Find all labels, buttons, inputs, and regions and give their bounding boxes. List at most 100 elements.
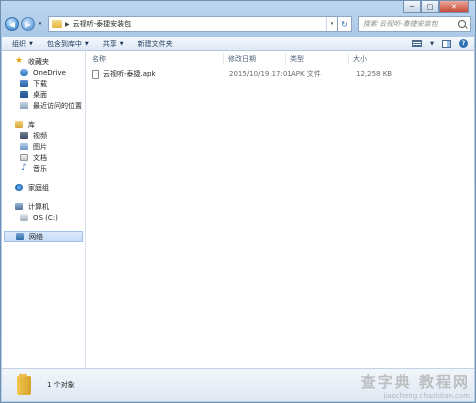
sidebar-label: 视频 bbox=[33, 131, 47, 140]
chevron-down-icon: ▼ bbox=[119, 40, 124, 47]
watermark-url: jiaocheng.chazidian.com bbox=[383, 392, 470, 400]
file-list[interactable]: 名称 修改日期 类型 大小 云视听-泰捷.apk 2015/10/19 17:0… bbox=[86, 51, 474, 369]
homegroup-icon bbox=[15, 184, 23, 191]
watermark: 查字典 教程网 jiaocheng.chazidian.com bbox=[361, 371, 470, 400]
sidebar-label: 下载 bbox=[33, 79, 47, 88]
sidebar-item-downloads[interactable]: 下载 bbox=[2, 78, 85, 89]
cloud-icon bbox=[20, 69, 28, 76]
search-placeholder: 搜索 云视听-泰捷安装包 bbox=[363, 20, 438, 28]
include-in-library-label: 包含到库中 bbox=[46, 39, 82, 48]
folder-icon bbox=[52, 20, 62, 28]
close-button[interactable]: ✕ bbox=[439, 1, 469, 13]
item-count: 1 个对象 bbox=[47, 381, 75, 389]
column-header-modified[interactable]: 修改日期 bbox=[224, 53, 286, 65]
column-header-type[interactable]: 类型 bbox=[286, 53, 349, 65]
drive-icon bbox=[20, 214, 28, 221]
details-pane: 1 个对象 查字典 教程网 jiaocheng.chazidian.com bbox=[2, 368, 474, 401]
homegroup-group: 家庭组 bbox=[2, 182, 85, 193]
preview-pane-icon[interactable] bbox=[442, 39, 451, 48]
maximize-button[interactable]: □ bbox=[421, 1, 439, 13]
sidebar-item-os-c[interactable]: OS (C:) bbox=[2, 212, 85, 223]
organize-menu[interactable]: 组织 ▼ bbox=[12, 39, 33, 49]
sidebar-label: 网络 bbox=[29, 232, 43, 241]
address-dropdown-icon[interactable]: ▾ bbox=[326, 17, 337, 31]
view-options-chevron-icon[interactable]: ▼ bbox=[430, 41, 434, 47]
column-header-name[interactable]: 名称 bbox=[88, 53, 224, 65]
search-box[interactable]: 搜索 云视听-泰捷安装包 bbox=[358, 16, 471, 32]
breadcrumb-current-folder[interactable]: 云视听-泰捷安装包 bbox=[73, 19, 132, 29]
sidebar-item-homegroup[interactable]: 家庭组 bbox=[2, 182, 85, 193]
sidebar-label: OS (C:) bbox=[33, 213, 58, 222]
new-folder-label: 新建文件夹 bbox=[137, 39, 173, 48]
minimize-button[interactable]: ─ bbox=[403, 1, 421, 13]
sidebar-item-favorites[interactable]: ★ 收藏夹 bbox=[2, 56, 85, 67]
chevron-down-icon: ▼ bbox=[84, 40, 89, 47]
sidebar-item-network[interactable]: 网络 bbox=[4, 231, 83, 242]
sidebar-item-recent-places[interactable]: 最近访问的位置 bbox=[2, 100, 85, 111]
command-bar: 组织 ▼ 包含到库中 ▼ 共享 ▼ 新建文件夹 ▼ ? bbox=[2, 37, 474, 51]
recent-places-icon bbox=[20, 102, 28, 109]
sidebar-label: 音乐 bbox=[33, 164, 47, 173]
navigation-pane[interactable]: ★ 收藏夹 OneDrive 下载 桌面 最近访问的位置 库 视频 图片 文档 … bbox=[2, 51, 86, 369]
search-icon[interactable] bbox=[458, 20, 466, 28]
network-icon bbox=[16, 233, 24, 240]
breadcrumb-chevron-icon[interactable]: ▶ bbox=[65, 21, 70, 28]
new-folder-button[interactable]: 新建文件夹 bbox=[138, 39, 173, 49]
star-icon: ★ bbox=[15, 56, 24, 66]
desktop-icon bbox=[20, 91, 28, 98]
music-icon: ♪ bbox=[21, 163, 27, 173]
refresh-button[interactable]: ↻ bbox=[338, 16, 352, 32]
network-group: 网络 bbox=[2, 231, 85, 242]
share-menu[interactable]: 共享 ▼ bbox=[103, 39, 124, 49]
file-modified: 2015/10/19 17:01 bbox=[229, 70, 292, 78]
file-row[interactable]: 云视听-泰捷.apk 2015/10/19 17:01 APK 文件 12,25… bbox=[92, 68, 422, 80]
address-bar[interactable]: ▶ 云视听-泰捷安装包 ▾ bbox=[48, 16, 338, 32]
sidebar-label: 家庭组 bbox=[28, 183, 49, 192]
organize-label: 组织 bbox=[12, 39, 26, 48]
sidebar-item-desktop[interactable]: 桌面 bbox=[2, 89, 85, 100]
video-icon bbox=[20, 132, 28, 139]
sidebar-item-onedrive[interactable]: OneDrive bbox=[2, 67, 85, 78]
help-icon[interactable]: ? bbox=[459, 39, 468, 48]
sidebar-item-videos[interactable]: 视频 bbox=[2, 130, 85, 141]
back-button[interactable]: ◀ bbox=[5, 17, 19, 31]
column-label: 名称 bbox=[92, 55, 106, 63]
file-size: 12,258 KB bbox=[356, 70, 393, 78]
column-label: 修改日期 bbox=[228, 55, 256, 63]
explorer-window: ─ □ ✕ ◀ ▶ ▾ ▶ 云视听-泰捷安装包 ▾ ↻ 搜索 云视听-泰捷安装包… bbox=[0, 0, 476, 403]
sidebar-item-documents[interactable]: 文档 bbox=[2, 152, 85, 163]
folder-icon bbox=[17, 373, 31, 395]
sidebar-label: 最近访问的位置 bbox=[33, 101, 82, 110]
sidebar-item-computer[interactable]: 计算机 bbox=[2, 201, 85, 212]
computer-group: 计算机 OS (C:) bbox=[2, 201, 85, 223]
computer-icon bbox=[15, 203, 23, 210]
libraries-group: 库 视频 图片 文档 ♪ 音乐 bbox=[2, 119, 85, 174]
forward-button[interactable]: ▶ bbox=[21, 17, 35, 31]
sidebar-label: 收藏夹 bbox=[28, 57, 49, 66]
sidebar-item-pictures[interactable]: 图片 bbox=[2, 141, 85, 152]
share-label: 共享 bbox=[102, 39, 117, 48]
view-controls: ▼ ? bbox=[412, 39, 468, 48]
sidebar-item-libraries[interactable]: 库 bbox=[2, 119, 85, 130]
pictures-icon bbox=[20, 143, 28, 150]
sidebar-item-music[interactable]: ♪ 音乐 bbox=[2, 163, 85, 174]
column-headers: 名称 修改日期 类型 大小 bbox=[86, 53, 474, 65]
file-icon bbox=[92, 69, 99, 79]
file-type: APK 文件 bbox=[291, 70, 321, 78]
chevron-down-icon: ▼ bbox=[29, 40, 33, 47]
column-header-size[interactable]: 大小 bbox=[349, 53, 409, 65]
library-icon bbox=[15, 121, 23, 128]
column-label: 大小 bbox=[353, 55, 367, 63]
change-view-icon[interactable] bbox=[412, 40, 423, 47]
address-row: ◀ ▶ ▾ ▶ 云视听-泰捷安装包 ▾ ↻ 搜索 云视听-泰捷安装包 bbox=[5, 13, 471, 35]
recent-pages-dropdown[interactable]: ▾ bbox=[36, 21, 44, 27]
content-area: ★ 收藏夹 OneDrive 下载 桌面 最近访问的位置 库 视频 图片 文档 … bbox=[2, 51, 474, 369]
favorites-group: ★ 收藏夹 OneDrive 下载 桌面 最近访问的位置 bbox=[2, 56, 85, 111]
include-in-library-menu[interactable]: 包含到库中 ▼ bbox=[47, 39, 89, 49]
sidebar-label: 桌面 bbox=[33, 90, 47, 99]
sidebar-label: 图片 bbox=[33, 142, 47, 151]
file-name: 云视听-泰捷.apk bbox=[103, 70, 156, 78]
documents-icon bbox=[20, 154, 28, 161]
column-label: 类型 bbox=[290, 55, 304, 63]
watermark-title: 查字典 教程网 bbox=[360, 373, 470, 391]
